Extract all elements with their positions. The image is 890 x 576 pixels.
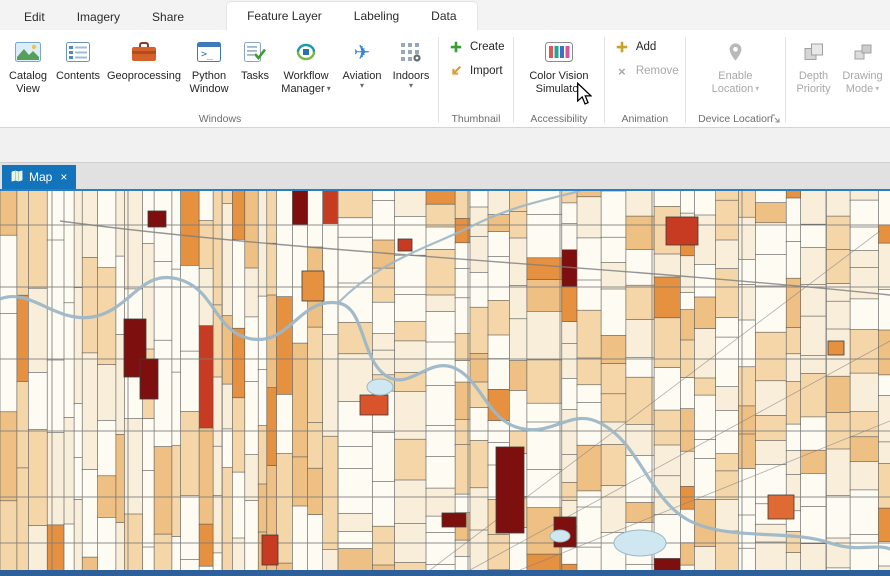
ribbon-group-windows: Catalog View Contents Geoprocessing >_ P… bbox=[2, 30, 438, 127]
ribbon-group-device-location: Enable Location ▾ Device Location bbox=[686, 30, 785, 127]
workflow-manager-icon bbox=[294, 36, 318, 68]
geoprocessing-label: Geoprocessing bbox=[107, 70, 181, 82]
document-area-margin bbox=[0, 128, 890, 162]
create-icon bbox=[448, 39, 464, 55]
import-thumbnail-button[interactable]: Import bbox=[448, 63, 503, 79]
group-label-thumbnail: Thumbnail bbox=[451, 112, 501, 125]
add-label: Add bbox=[635, 41, 657, 53]
tasks-button[interactable]: Tasks bbox=[235, 33, 275, 84]
depth-priority-label: Depth Priority bbox=[796, 70, 831, 95]
ribbon-tab-share[interactable]: Share bbox=[136, 3, 200, 30]
ribbon-tab-row: Edit Imagery Share Feature Layer Labelin… bbox=[0, 0, 890, 30]
ribbon-tab-feature-layer[interactable]: Feature Layer bbox=[231, 3, 338, 30]
add-icon bbox=[614, 39, 630, 55]
add-animation-button[interactable]: Add bbox=[614, 39, 656, 55]
depth-priority-button[interactable]: Depth Priority bbox=[789, 33, 838, 97]
ribbon-tab-labeling[interactable]: Labeling bbox=[338, 3, 415, 30]
depth-priority-icon bbox=[804, 36, 824, 68]
python-window-icon: >_ bbox=[197, 36, 221, 68]
drawing-mode-icon bbox=[853, 36, 873, 68]
python-window-button[interactable]: >_ Python Window bbox=[183, 33, 235, 97]
workflow-manager-button[interactable]: Workflow Manager ▾ bbox=[275, 33, 337, 97]
contextual-tab-group: Feature Layer Labeling Data bbox=[226, 1, 478, 30]
ribbon-group-animation: Add × Remove Animation bbox=[605, 30, 685, 127]
catalog-view-button[interactable]: Catalog View bbox=[5, 33, 51, 97]
contents-label: Contents bbox=[55, 70, 101, 82]
chevron-down-icon: ▾ bbox=[875, 83, 880, 93]
enable-location-label: Enable Location bbox=[711, 70, 754, 95]
map-view-tab-label: Map bbox=[29, 170, 53, 184]
group-label-animation: Animation bbox=[621, 112, 669, 125]
remove-animation-button[interactable]: × Remove bbox=[614, 63, 679, 79]
color-vision-simulator-button[interactable]: Color Vision Simulator bbox=[517, 33, 601, 97]
catalog-view-icon bbox=[15, 36, 41, 68]
ribbon-tab-data[interactable]: Data bbox=[415, 3, 472, 30]
ribbon-tab-imagery[interactable]: Imagery bbox=[61, 3, 136, 30]
ribbon-group-depth-drawing: Depth Priority Drawing Mode ▾ bbox=[786, 30, 890, 127]
python-window-label: Python Window bbox=[189, 70, 229, 95]
create-label: Create bbox=[469, 41, 505, 53]
map-icon bbox=[11, 169, 23, 185]
geoprocessing-button[interactable]: Geoprocessing bbox=[105, 33, 183, 84]
geoprocessing-icon bbox=[131, 36, 157, 68]
ribbon: Edit Imagery Share Feature Layer Labelin… bbox=[0, 0, 890, 128]
view-tab-strip: Map × bbox=[0, 162, 890, 189]
group-label-empty bbox=[786, 110, 890, 127]
group-label-device-location: Device Location bbox=[686, 110, 785, 127]
remove-icon: × bbox=[618, 63, 626, 79]
group-label-accessibility: Accessibility bbox=[530, 112, 588, 125]
svg-text:>_: >_ bbox=[201, 49, 214, 60]
chevron-down-icon: ▾ bbox=[326, 83, 331, 93]
indoors-button[interactable]: Indoors ▾ bbox=[387, 33, 435, 90]
close-map-tab-icon[interactable]: × bbox=[60, 171, 67, 183]
contents-button[interactable]: Contents bbox=[51, 33, 105, 84]
ribbon-body: Catalog View Contents Geoprocessing >_ P… bbox=[0, 30, 890, 128]
group-label-windows: Windows bbox=[198, 112, 242, 125]
status-bar bbox=[0, 570, 890, 576]
remove-label: Remove bbox=[635, 65, 679, 77]
chevron-down-icon: ▾ bbox=[359, 80, 364, 90]
drawing-mode-button[interactable]: Drawing Mode ▾ bbox=[838, 33, 887, 97]
chevron-down-icon: ▾ bbox=[755, 83, 760, 93]
catalog-view-label: Catalog View bbox=[9, 70, 47, 95]
chevron-down-icon: ▾ bbox=[408, 80, 413, 90]
map-view-tab[interactable]: Map × bbox=[2, 165, 77, 189]
ribbon-group-accessibility: Color Vision Simulator Accessibility bbox=[514, 30, 604, 127]
contents-icon bbox=[66, 36, 90, 68]
location-pin-icon bbox=[728, 36, 743, 68]
enable-location-button[interactable]: Enable Location ▾ bbox=[701, 33, 769, 97]
map-canvas[interactable] bbox=[0, 191, 890, 570]
aviation-button[interactable]: ✈ Aviation ▾ bbox=[337, 33, 387, 90]
ribbon-tab-edit[interactable]: Edit bbox=[8, 3, 61, 30]
tasks-icon bbox=[244, 36, 266, 68]
color-vision-simulator-icon bbox=[544, 36, 573, 68]
create-thumbnail-button[interactable]: Create bbox=[448, 39, 505, 55]
tasks-label: Tasks bbox=[240, 70, 270, 82]
aviation-icon: ✈ bbox=[353, 41, 371, 64]
workflow-manager-label: Workflow Manager bbox=[281, 70, 329, 95]
ribbon-group-thumbnail: Create Import Thumbnail bbox=[439, 30, 513, 127]
import-icon bbox=[448, 63, 464, 79]
import-label: Import bbox=[469, 65, 503, 77]
color-vision-simulator-label: Color Vision Simulator bbox=[529, 70, 589, 95]
indoors-icon bbox=[400, 36, 422, 68]
dialog-launcher-icon[interactable] bbox=[770, 113, 782, 125]
map-view[interactable] bbox=[0, 189, 890, 570]
